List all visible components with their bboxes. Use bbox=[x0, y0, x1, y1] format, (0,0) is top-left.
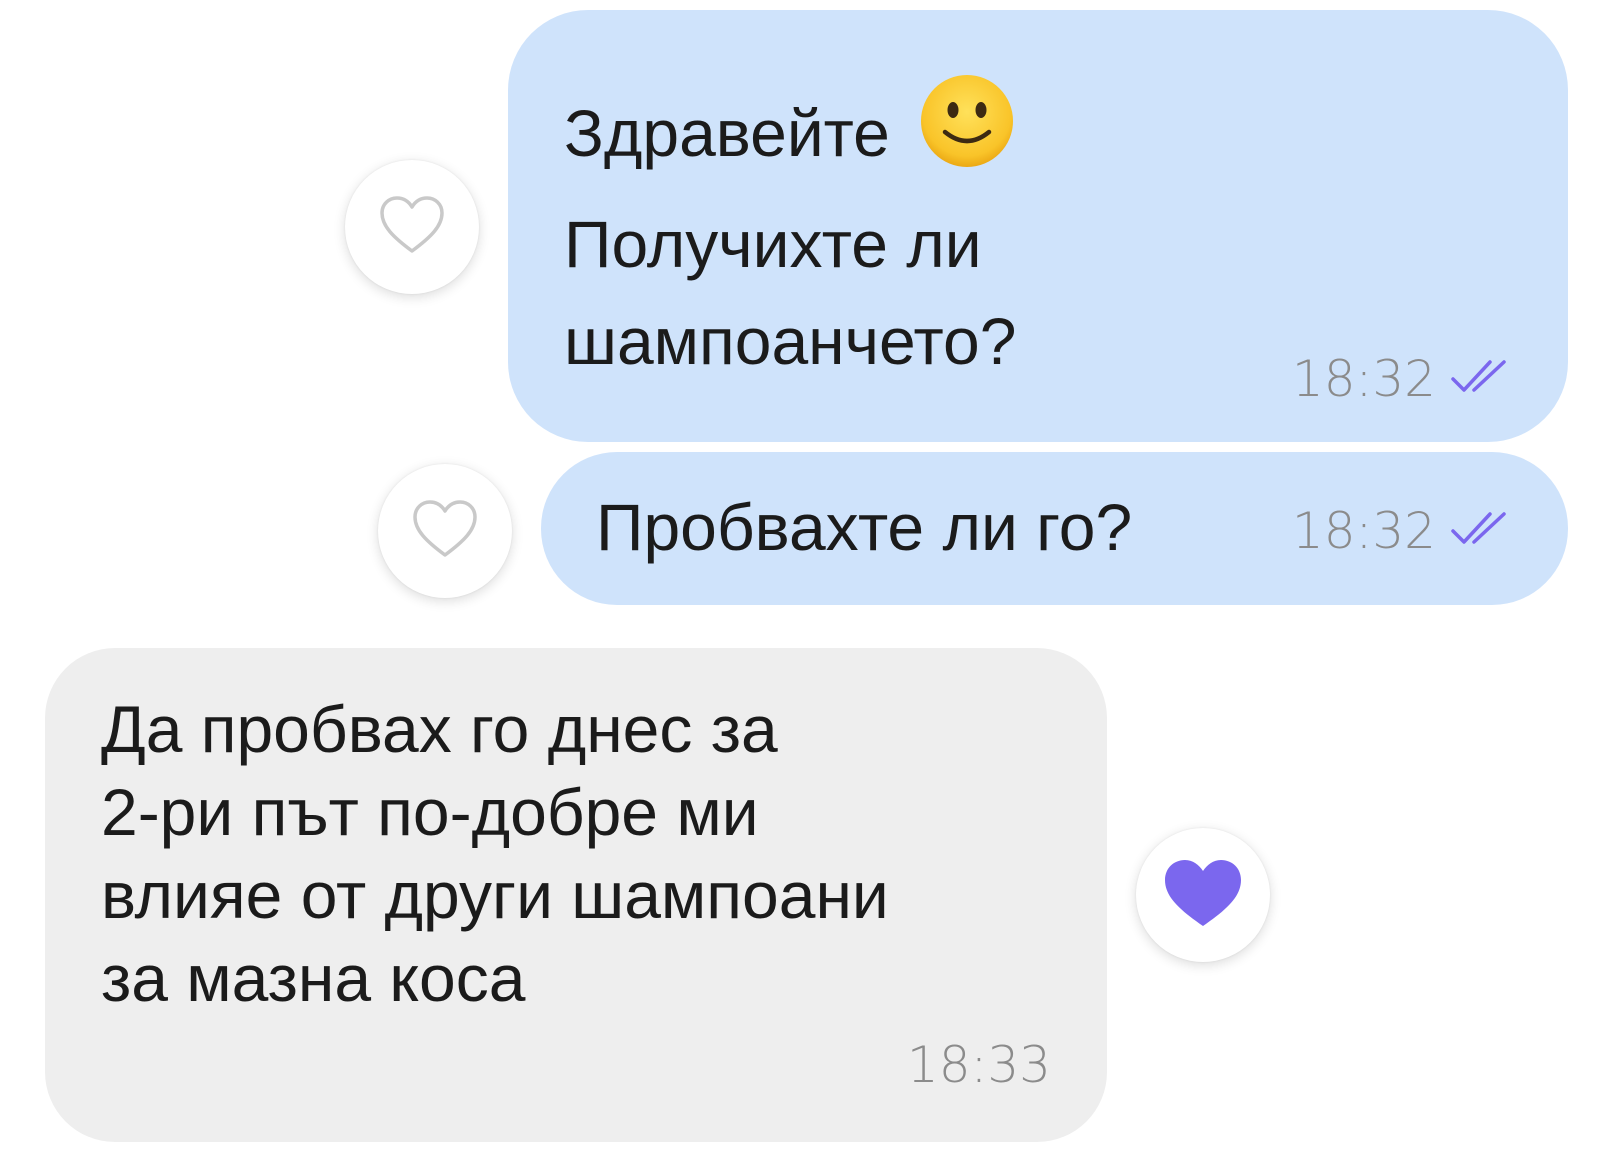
reaction-button-message-2[interactable] bbox=[378, 464, 512, 598]
message-line: Пробвахте ли го? bbox=[596, 490, 1133, 564]
message-time: 18:32 bbox=[1291, 350, 1436, 408]
message-line: 2-ри път по-добре ми bbox=[101, 775, 759, 849]
heart-filled-icon bbox=[1161, 856, 1245, 935]
message-line: Здравейте bbox=[564, 96, 890, 170]
message-time: 18:33 bbox=[906, 1036, 1051, 1094]
message-line: влияе от други шампоани bbox=[101, 858, 889, 932]
message-meta: 18:32 bbox=[1292, 350, 1516, 408]
reaction-button-message-3[interactable] bbox=[1136, 828, 1270, 962]
double-check-icon bbox=[1450, 357, 1516, 402]
message-text: Здравейте Получихте ли шампоанчето? bbox=[564, 72, 1016, 390]
message-time: 18:32 bbox=[1291, 502, 1436, 560]
heart-outline-icon bbox=[377, 194, 447, 261]
message-line: за мазна коса bbox=[101, 941, 526, 1015]
message-bubble-outgoing[interactable]: Пробвахте ли го? 18:32 bbox=[541, 452, 1568, 605]
slightly-smiling-face-icon bbox=[918, 72, 1016, 196]
message-text: Пробвахте ли го? bbox=[596, 482, 1132, 572]
message-bubble-outgoing[interactable]: Здравейте Получихте ли шампоанчето? 18:3… bbox=[508, 10, 1568, 442]
message-meta: 18:33 bbox=[907, 1036, 1051, 1094]
double-check-icon bbox=[1450, 509, 1516, 554]
heart-outline-icon bbox=[410, 498, 480, 565]
reaction-button-message-1[interactable] bbox=[345, 160, 479, 294]
message-line: Да пробвах го днес за bbox=[101, 692, 778, 766]
message-line: шампоанчето? bbox=[564, 304, 1017, 378]
message-meta: 18:32 bbox=[1292, 502, 1516, 560]
message-bubble-incoming[interactable]: Да пробвах го днес за 2-ри път по-добре … bbox=[45, 648, 1107, 1142]
message-line: Получихте ли bbox=[564, 207, 982, 281]
message-text: Да пробвах го днес за 2-ри път по-добре … bbox=[101, 688, 889, 1020]
